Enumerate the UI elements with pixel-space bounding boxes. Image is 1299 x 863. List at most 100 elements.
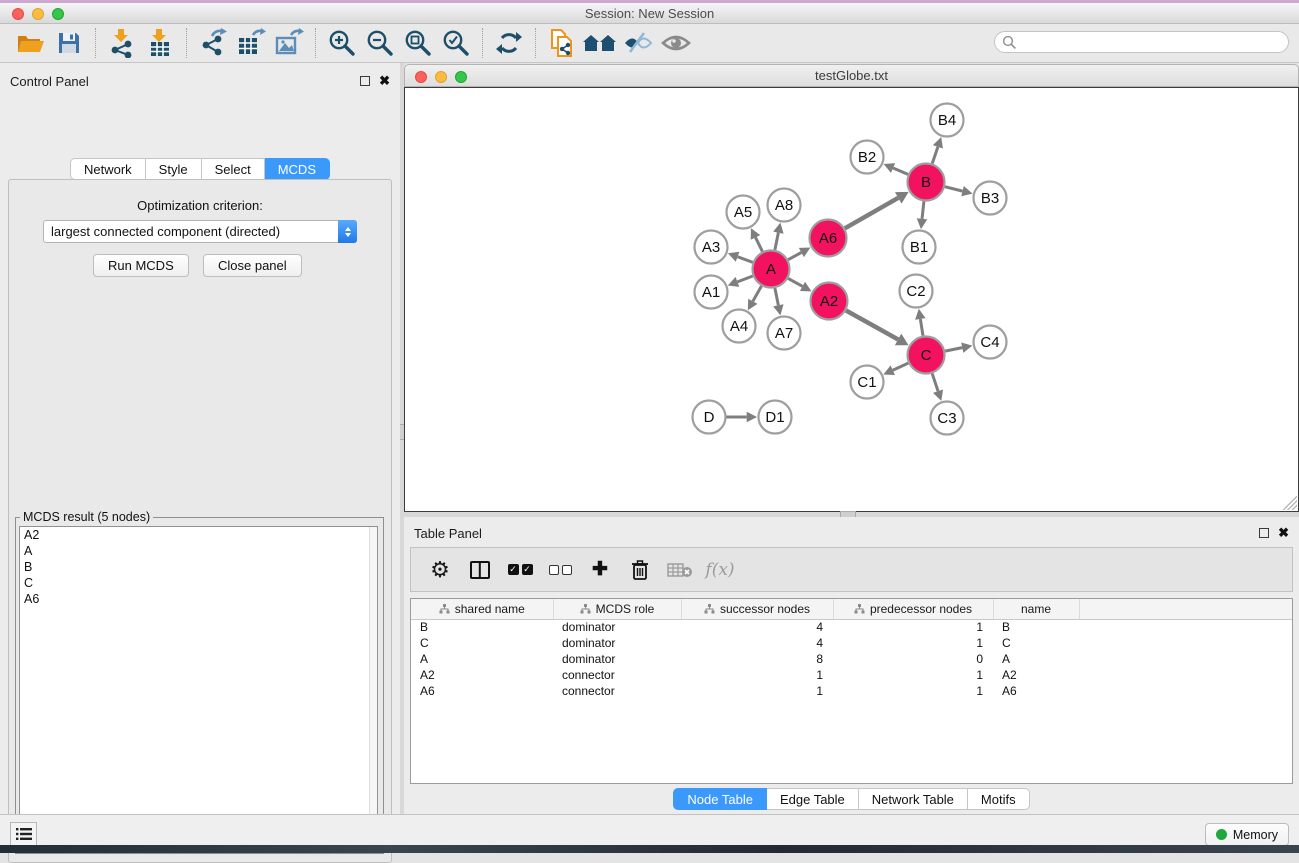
- table-cell[interactable]: 4: [681, 619, 833, 635]
- tab-edge-table[interactable]: Edge Table: [767, 788, 859, 810]
- tab-mcds[interactable]: MCDS: [265, 158, 330, 180]
- table-row[interactable]: A6connector11A6: [411, 683, 1292, 699]
- zoom-fit-button[interactable]: [399, 26, 437, 60]
- close-window-button[interactable]: [12, 8, 24, 20]
- edge-A-A7[interactable]: [775, 288, 778, 305]
- run-mcds-button[interactable]: Run MCDS: [93, 254, 189, 277]
- tab-network[interactable]: Network: [70, 158, 146, 180]
- table-cell[interactable]: 4: [681, 635, 833, 651]
- minimize-window-button[interactable]: [32, 8, 44, 20]
- network-minimize-button[interactable]: [435, 71, 447, 83]
- table-row[interactable]: Cdominator41C: [411, 635, 1292, 651]
- refresh-button[interactable]: [490, 26, 528, 60]
- table-cell[interactable]: B: [411, 619, 553, 635]
- tab-node-table[interactable]: Node Table: [673, 788, 767, 810]
- mcds-result-list[interactable]: A2ABCA6: [19, 526, 378, 851]
- close-panel-icon[interactable]: ✖: [1278, 528, 1289, 538]
- edge-A-A6[interactable]: [788, 252, 801, 259]
- edge-B-B4[interactable]: [932, 147, 938, 164]
- table-options-button[interactable]: ⚙: [427, 559, 453, 581]
- edge-C-C3[interactable]: [932, 373, 938, 391]
- table-cell[interactable]: A: [411, 651, 553, 667]
- select-all-columns-button[interactable]: ✓ ✓: [507, 564, 533, 575]
- show-column-button[interactable]: [467, 561, 493, 579]
- mcds-result-item[interactable]: A: [20, 543, 377, 559]
- tab-style[interactable]: Style: [146, 158, 202, 180]
- edge-A-A1[interactable]: [737, 276, 752, 282]
- network-canvas[interactable]: AA1A2A3A4A5A6A7A8BB1B2B3B4CC1C2C3C4DD1: [404, 87, 1299, 512]
- zoom-out-button[interactable]: [361, 26, 399, 60]
- column-header-shared-name[interactable]: shared name: [411, 599, 553, 619]
- edge-A-A2[interactable]: [788, 278, 802, 286]
- delete-table-button[interactable]: [667, 562, 693, 578]
- mcds-result-item[interactable]: A2: [20, 527, 377, 543]
- import-network-button[interactable]: [103, 26, 141, 60]
- save-session-button[interactable]: [50, 26, 88, 60]
- network-graph[interactable]: AA1A2A3A4A5A6A7A8BB1B2B3B4CC1C2C3C4DD1: [405, 88, 1298, 511]
- export-network-button[interactable]: [194, 26, 232, 60]
- network-zoom-button[interactable]: [455, 71, 467, 83]
- function-builder-button[interactable]: f(x): [707, 560, 733, 580]
- column-header-MCDS-role[interactable]: MCDS role: [553, 599, 681, 619]
- mcds-list-scrollbar[interactable]: [369, 527, 377, 850]
- export-image-button[interactable]: [270, 26, 308, 60]
- table-cell[interactable]: connector: [553, 667, 681, 683]
- table-cell[interactable]: A2: [411, 667, 553, 683]
- new-network-from-selection-button[interactable]: [543, 26, 581, 60]
- resize-grip-icon[interactable]: [1283, 496, 1297, 510]
- edge-A2-C[interactable]: [846, 310, 898, 339]
- table-cell[interactable]: 1: [681, 667, 833, 683]
- table-row[interactable]: Bdominator41B: [411, 619, 1292, 635]
- table-cell[interactable]: C: [411, 635, 553, 651]
- nested-network-button[interactable]: [581, 26, 619, 60]
- edge-C-C1[interactable]: [893, 363, 909, 370]
- table-cell[interactable]: dominator: [553, 635, 681, 651]
- edge-A-A8[interactable]: [775, 233, 778, 250]
- unselect-all-columns-button[interactable]: [547, 565, 573, 575]
- table-cell[interactable]: A2: [993, 667, 1079, 683]
- edge-C-C4[interactable]: [945, 348, 962, 351]
- edge-B-B3[interactable]: [945, 187, 963, 191]
- criterion-select[interactable]: largest connected component (directed): [43, 220, 357, 243]
- table-cell[interactable]: A6: [993, 683, 1079, 699]
- float-panel-icon[interactable]: [1259, 528, 1269, 538]
- open-session-button[interactable]: [12, 26, 50, 60]
- column-header-successor-nodes[interactable]: successor nodes: [681, 599, 833, 619]
- table-cell[interactable]: A6: [411, 683, 553, 699]
- edge-A6-B[interactable]: [845, 198, 898, 228]
- edge-C-C2[interactable]: [920, 319, 923, 336]
- add-column-button[interactable]: ✚: [587, 558, 613, 581]
- edge-A-A5[interactable]: [755, 237, 762, 251]
- table-cell[interactable]: C: [993, 635, 1079, 651]
- close-panel-button[interactable]: Close panel: [203, 254, 302, 277]
- tab-network-table[interactable]: Network Table: [859, 788, 968, 810]
- memory-button[interactable]: Memory: [1205, 823, 1289, 846]
- float-panel-icon[interactable]: [360, 76, 370, 86]
- export-table-button[interactable]: [232, 26, 270, 60]
- table-cell[interactable]: A: [993, 651, 1079, 667]
- delete-column-button[interactable]: [627, 559, 653, 581]
- column-header-predecessor-nodes[interactable]: predecessor nodes: [833, 599, 993, 619]
- tab-motifs[interactable]: Motifs: [968, 788, 1030, 810]
- hide-selected-button[interactable]: [619, 26, 657, 60]
- zoom-in-button[interactable]: [323, 26, 361, 60]
- table-cell[interactable]: connector: [553, 683, 681, 699]
- table-cell[interactable]: 1: [833, 635, 993, 651]
- search-input[interactable]: [994, 31, 1289, 53]
- table-cell[interactable]: 1: [833, 667, 993, 683]
- network-close-button[interactable]: [415, 71, 427, 83]
- edge-A-A4[interactable]: [753, 286, 762, 301]
- edge-B-B2[interactable]: [893, 168, 908, 174]
- table-cell[interactable]: dominator: [553, 651, 681, 667]
- import-table-button[interactable]: [141, 26, 179, 60]
- tab-select[interactable]: Select: [202, 158, 265, 180]
- zoom-selected-button[interactable]: [437, 26, 475, 60]
- mcds-result-item[interactable]: A6: [20, 591, 377, 607]
- mcds-result-item[interactable]: B: [20, 559, 377, 575]
- table-cell[interactable]: 8: [681, 651, 833, 667]
- edge-A-A3[interactable]: [738, 257, 753, 263]
- table-cell[interactable]: 1: [681, 683, 833, 699]
- table-row[interactable]: A2connector11A2: [411, 667, 1292, 683]
- show-all-button[interactable]: [657, 26, 695, 60]
- table-cell[interactable]: 0: [833, 651, 993, 667]
